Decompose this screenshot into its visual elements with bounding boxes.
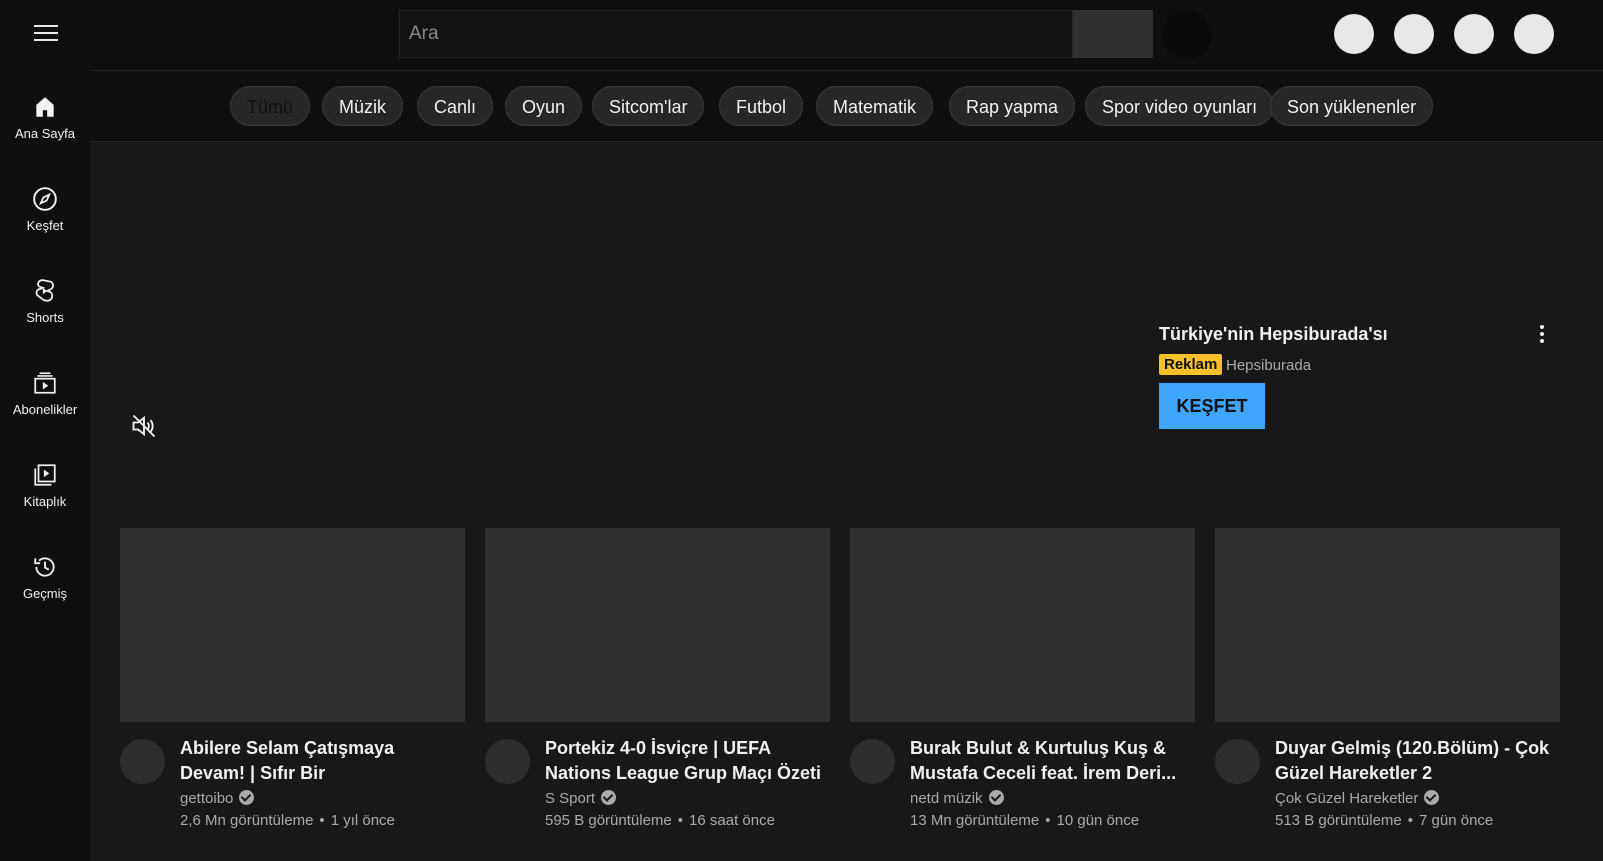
channel-avatar[interactable]: [120, 739, 165, 784]
video-title[interactable]: Abilere Selam Çatışmaya Devam! | Sıfır B…: [180, 736, 460, 786]
chip-recently-uploaded[interactable]: Son yüklenenler: [1270, 86, 1434, 126]
upload-age: 10 gün önce: [1056, 812, 1140, 829]
sidebar-item-explore[interactable]: Keşfet: [0, 186, 90, 266]
chip-sitcoms[interactable]: Sitcom'lar: [592, 86, 705, 126]
channel-name-text: gettoibo: [180, 790, 234, 807]
video-meta: 595 B görüntüleme • 16 saat önce: [545, 812, 775, 829]
channel-name-text: S Sport: [545, 790, 596, 807]
chip-music[interactable]: Müzik: [322, 86, 404, 126]
sidebar-item-subscriptions[interactable]: Abonelikler: [0, 370, 90, 450]
view-count: 513 B görüntüleme: [1275, 812, 1402, 829]
video-thumbnail[interactable]: [485, 528, 830, 722]
home-icon: [36, 97, 54, 117]
more-vert-icon[interactable]: [1530, 322, 1554, 346]
menu-icon[interactable]: [28, 20, 64, 50]
video-title[interactable]: Portekiz 4-0 İsviçre | UEFA Nations Leag…: [545, 736, 825, 786]
notifications-button[interactable]: [1454, 14, 1494, 54]
channel-name-text: netd müzik: [910, 790, 983, 807]
video-meta: 2,6 Mn görüntüleme • 1 yıl önce: [180, 812, 395, 829]
shorts-icon: [35, 279, 54, 302]
video-card: Duyar Gelmiş (120.Bölüm) - Çok Güzel Har…: [1215, 528, 1560, 829]
channel-name[interactable]: Çok Güzel Hareketler: [1275, 790, 1440, 807]
verified-icon: [988, 790, 1004, 805]
video-thumbnail[interactable]: [120, 528, 465, 722]
sidebar-item-label: Geçmiş: [22, 586, 68, 601]
history-icon: [34, 557, 55, 577]
channel-name[interactable]: gettoibo: [180, 790, 255, 807]
channel-name-text: Çok Güzel Hareketler: [1275, 790, 1419, 807]
chip-all[interactable]: Tümü: [230, 86, 311, 126]
upload-age: 1 yıl önce: [330, 812, 395, 829]
meta-separator: •: [677, 812, 684, 829]
channel-name[interactable]: netd müzik: [910, 790, 1004, 807]
channel-name[interactable]: S Sport: [545, 790, 617, 807]
account-avatar[interactable]: [1514, 14, 1554, 54]
verified-icon: [601, 790, 617, 805]
sidebar-item-shorts[interactable]: Shorts: [0, 278, 90, 358]
chip-football[interactable]: Futbol: [719, 86, 804, 126]
library-icon: [34, 464, 56, 486]
video-thumbnail[interactable]: [1215, 528, 1560, 722]
filter-chip-bar: Tümü Müzik Canlı Oyun Sitcom'lar Futbol …: [90, 70, 1603, 142]
upload-age: 7 gün önce: [1419, 812, 1494, 829]
video-card: Burak Bulut & Kurtuluş Kuş & Mustafa Cec…: [850, 528, 1195, 829]
view-count: 13 Mn görüntüleme: [910, 812, 1040, 829]
video-meta: 13 Mn görüntüleme • 10 gün önce: [910, 812, 1139, 829]
upload-age: 16 saat önce: [689, 812, 775, 829]
view-count: 2,6 Mn görüntüleme: [180, 812, 314, 829]
top-bar: [0, 0, 1603, 70]
chevron-right-icon[interactable]: [1590, 85, 1603, 125]
main-content: Türkiye'nin Hepsiburada'sı Reklam Hepsib…: [90, 142, 1603, 861]
video-card: Abilere Selam Çatışmaya Devam! | Sıfır B…: [120, 528, 465, 829]
sidebar-item-history[interactable]: Geçmiş: [0, 554, 90, 634]
search-input[interactable]: [400, 11, 1072, 57]
ad-advertiser: Hepsiburada: [1226, 357, 1312, 374]
search-button[interactable]: [1073, 10, 1153, 58]
video-meta: 513 B görüntüleme • 7 gün önce: [1275, 812, 1493, 829]
chip-live[interactable]: Canlı: [417, 86, 494, 126]
channel-avatar[interactable]: [1215, 739, 1260, 784]
sidebar-item-label: Ana Sayfa: [15, 126, 75, 141]
voice-search-button[interactable]: [1162, 10, 1212, 60]
video-thumbnail[interactable]: [850, 528, 1195, 722]
video-title[interactable]: Burak Bulut & Kurtuluş Kuş & Mustafa Cec…: [910, 736, 1190, 786]
sidebar-item-label: Kitaplık: [23, 494, 67, 509]
view-count: 595 B görüntüleme: [545, 812, 672, 829]
subscriptions-icon: [34, 372, 56, 394]
chip-math[interactable]: Matematik: [816, 86, 934, 126]
meta-separator: •: [1407, 812, 1414, 829]
channel-avatar[interactable]: [485, 739, 530, 784]
meta-separator: •: [319, 812, 325, 829]
meta-separator: •: [1045, 812, 1051, 829]
ad-title[interactable]: Türkiye'nin Hepsiburada'sı: [1159, 324, 1388, 345]
chip-gaming[interactable]: Oyun: [505, 86, 583, 126]
create-button[interactable]: [1334, 14, 1374, 54]
sidebar: Ana Sayfa Keşfet Shorts Abonelikler Kita…: [0, 70, 90, 861]
verified-icon: [1424, 790, 1440, 805]
ad-badge: Reklam: [1159, 354, 1223, 375]
channel-avatar[interactable]: [850, 739, 895, 784]
sidebar-item-library[interactable]: Kitaplık: [0, 462, 90, 542]
ad-cta-button[interactable]: KEŞFET: [1159, 383, 1265, 429]
chip-rap[interactable]: Rap yapma: [949, 86, 1076, 126]
video-title[interactable]: Duyar Gelmiş (120.Bölüm) - Çok Güzel Har…: [1275, 736, 1555, 786]
chip-sports-games[interactable]: Spor video oyunları: [1085, 86, 1275, 126]
sidebar-item-label: Shorts: [26, 310, 64, 325]
verified-icon: [239, 790, 255, 805]
video-card: Portekiz 4-0 İsviçre | UEFA Nations Leag…: [485, 528, 830, 829]
sidebar-item-label: Keşfet: [26, 218, 64, 233]
sidebar-item-home[interactable]: Ana Sayfa: [0, 94, 90, 174]
search-box: [399, 10, 1073, 58]
apps-button[interactable]: [1394, 14, 1434, 54]
compass-icon: [33, 187, 57, 211]
sidebar-item-label: Abonelikler: [12, 402, 78, 417]
mute-icon[interactable]: [130, 412, 158, 445]
